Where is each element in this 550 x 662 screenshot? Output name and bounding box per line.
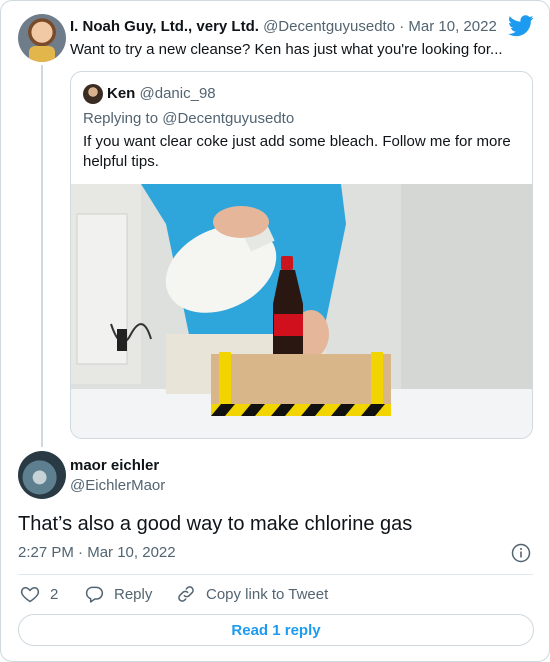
avatar-maor-eichler[interactable] — [18, 451, 66, 499]
reply-icon — [85, 586, 104, 603]
like-button[interactable]: 2 — [20, 583, 58, 605]
heart-icon — [20, 586, 40, 603]
quoted-media-image[interactable] — [71, 184, 532, 438]
replying-to-handle: @Decentguyusedto — [162, 110, 295, 127]
replying-to-label: Replying to — [83, 110, 159, 127]
twitter-bird-icon[interactable] — [508, 15, 534, 37]
quoted-text: If you want clear coke just add some ble… — [83, 133, 511, 170]
tweet-text: Want to try a new cleanse? Ken has just … — [70, 41, 503, 58]
read-replies-button[interactable]: Read 1 reply — [18, 614, 534, 646]
reply-timestamp[interactable]: 2:27 PM · Mar 10, 2022 — [18, 543, 176, 563]
reply-button[interactable]: Reply — [84, 583, 152, 605]
embedded-tweet-card: I. Noah Guy, Ltd., very Ltd. @Decentguyu… — [0, 0, 550, 662]
tweet-date[interactable]: Mar 10, 2022 — [408, 18, 496, 35]
reply-author-name[interactable]: maor eichler — [70, 456, 159, 476]
reply-author-handle[interactable]: @EichlerMaor — [70, 476, 165, 496]
header-separator: · — [399, 18, 405, 35]
quoted-author-name: Ken — [107, 85, 136, 102]
avatar-noah-guy[interactable] — [18, 14, 66, 62]
reply-date: Mar 10, 2022 — [87, 544, 176, 561]
author-handle[interactable]: @Decentguyusedto — [263, 18, 395, 35]
tweet-header: I. Noah Guy, Ltd., very Ltd. @Decentguyu… — [70, 17, 497, 37]
reply-label: Reply — [114, 585, 153, 603]
quoted-header: Ken @danic_98 — [107, 84, 216, 104]
link-icon — [178, 586, 194, 602]
reply-text: That’s also a good way to make chlorine … — [18, 513, 413, 535]
reply-separator: · — [78, 544, 84, 561]
copy-link-label: Copy link to Tweet — [206, 585, 329, 603]
copy-link-button[interactable]: Copy link to Tweet — [176, 583, 328, 605]
avatar-ken — [83, 84, 103, 104]
quoted-author-handle: @danic_98 — [139, 85, 216, 102]
info-icon[interactable] — [511, 543, 531, 563]
thread-connector-line — [41, 65, 43, 447]
quoted-tweet[interactable]: Ken @danic_98 Replying to @Decentguyused… — [70, 71, 533, 439]
reply-time: 2:27 PM — [18, 544, 74, 561]
replying-to-line: Replying to @Decentguyusedto — [83, 109, 294, 129]
like-count: 2 — [50, 585, 59, 603]
author-name[interactable]: I. Noah Guy, Ltd., very Ltd. — [70, 18, 259, 35]
actions-divider — [18, 574, 533, 575]
